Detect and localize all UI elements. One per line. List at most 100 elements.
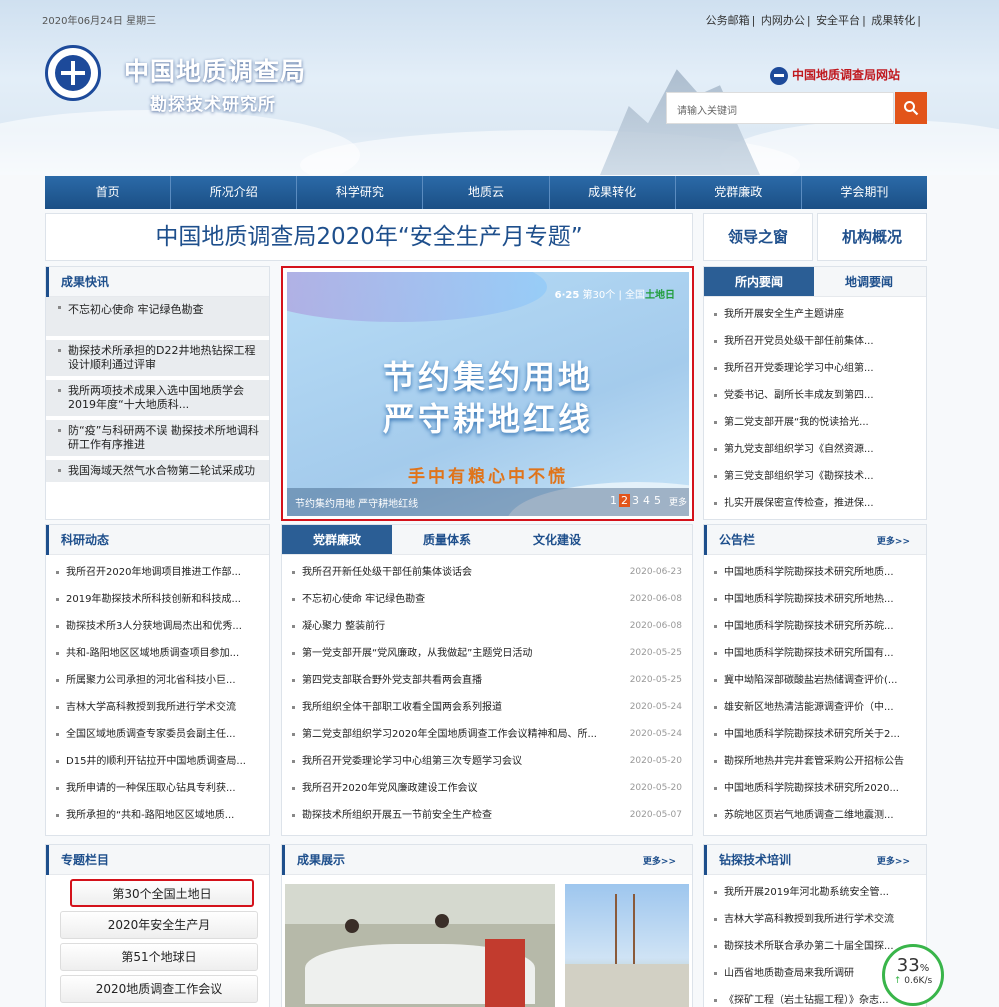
gallery-photo-drilling-rig[interactable] (565, 884, 689, 1007)
special-topic-land-day[interactable]: 第30个全国土地日 (70, 879, 254, 907)
news-title[interactable]: 凝心聚力 整装前行 (302, 621, 385, 632)
list-item[interactable]: 第二党支部开展“我的悦读拾光... (704, 409, 926, 436)
nav-party[interactable]: 党群廉政 (676, 176, 802, 209)
news-row[interactable]: 我所召开新任处级干部任前集体谈话会 2020-06-23 (282, 559, 692, 586)
network-speed-widget[interactable]: 33% ↑ 0.6K/s (882, 944, 944, 1006)
search-input[interactable]: 请输入关键词 (666, 92, 894, 124)
list-item[interactable]: 中国地质科学院勘探技术研究所苏皖... (704, 613, 926, 640)
cloud-decoration (720, 120, 999, 175)
gallery-photo-meeting[interactable] (285, 884, 555, 1007)
list-item[interactable]: 第三党支部组织学习《勘探技术... (704, 463, 926, 490)
news-row[interactable]: 第四党支部联合野外党支部共看两会直播 2020-05-25 (282, 667, 692, 694)
list-item[interactable]: D15井的顺利开钻拉开中国地质调查局... (46, 748, 269, 775)
cgs-site-link[interactable]: 中国地质调查局网站 (770, 66, 900, 85)
top-link-mail[interactable]: 公务邮箱 (706, 14, 750, 27)
list-item[interactable]: 勘探技术所承担的D22井地热钻探工程设计顺利通过评审 (46, 340, 269, 380)
top-link-intranet[interactable]: 内网办公 (761, 14, 805, 27)
list-item[interactable]: 我所召开2020年地调项目推进工作部... (46, 559, 269, 586)
list-item[interactable]: 勘探技术所3人分获地调局杰出和优秀... (46, 613, 269, 640)
more-link[interactable]: 更多>> (643, 854, 676, 867)
list-item[interactable]: 苏皖地区页岩气地质调查二维地震测... (704, 802, 926, 829)
news-row[interactable]: 凝心聚力 整装前行 2020-06-08 (282, 613, 692, 640)
news-row[interactable]: 我所召开党委理论学习中心组第三次专题学习会议 2020-05-20 (282, 748, 692, 775)
list-item[interactable]: 中国地质科学院勘探技术研究所国有... (704, 640, 926, 667)
news-title[interactable]: 我所召开2020年党风廉政建设工作会议 (302, 783, 477, 794)
news-row[interactable]: 我所组织全体干部职工收看全国两会系列报道 2020-05-24 (282, 694, 692, 721)
news-date: 2020-05-25 (629, 675, 682, 685)
news-row[interactable]: 不忘初心使命 牢记绿色勘查 2020-06-08 (282, 586, 692, 613)
tab-quality[interactable]: 质量体系 (392, 525, 502, 554)
list-item[interactable]: 我所召开党委理论学习中心组第... (704, 355, 926, 382)
more-link[interactable]: 更多>> (877, 854, 910, 867)
list-item[interactable]: 冀中坳陷深部碳酸盐岩热储调查评价(... (704, 667, 926, 694)
nav-home[interactable]: 首页 (45, 176, 172, 209)
list-item[interactable]: 我所开展2019年河北勘系统安全管... (704, 879, 926, 906)
nav-journal[interactable]: 学会期刊 (802, 176, 927, 209)
list-item[interactable]: 全国区域地质调查专家委员会副主任... (46, 721, 269, 748)
list-item[interactable]: 中国地质科学院勘探技术研究所地质... (704, 559, 926, 586)
pager-4[interactable]: 4 (641, 494, 652, 507)
news-title[interactable]: 我所召开党委理论学习中心组第三次专题学习会议 (302, 756, 522, 767)
tab-culture[interactable]: 文化建设 (502, 525, 612, 554)
org-overview-button[interactable]: 机构概况 (817, 213, 927, 261)
list-item[interactable]: 所属聚力公司承担的河北省科技小巨... (46, 667, 269, 694)
news-title[interactable]: 我所组织全体干部职工收看全国两会系列报道 (302, 702, 502, 713)
more-link[interactable]: 更多>> (877, 534, 910, 547)
pager-1[interactable]: 1 (608, 494, 619, 507)
news-title[interactable]: 我所召开新任处级干部任前集体谈话会 (302, 567, 472, 578)
list-item[interactable]: 2019年勘探技术所科技创新和科技成... (46, 586, 269, 613)
news-title[interactable]: 不忘初心使命 牢记绿色勘查 (302, 594, 425, 605)
pager-3[interactable]: 3 (630, 494, 641, 507)
news-row[interactable]: 第一党支部开展“党风廉政，从我做起”主题党日活动 2020-05-25 (282, 640, 692, 667)
news-date: 2020-05-24 (629, 702, 682, 712)
carousel-caption[interactable]: 节约集约用地 严守耕地红线 (295, 495, 418, 510)
list-item[interactable]: 中国地质科学院勘探技术研究所关于2... (704, 721, 926, 748)
nav-geocloud[interactable]: 地质云 (423, 176, 550, 209)
special-topic-earth-day[interactable]: 第51个地球日 (60, 943, 258, 971)
pager-5[interactable]: 5 (652, 494, 663, 507)
list-item[interactable]: 共和-路阳地区区域地质调查项目参加... (46, 640, 269, 667)
list-item[interactable]: 中国地质科学院勘探技术研究所2020... (704, 775, 926, 802)
list-item[interactable]: 我所召开党员处级干部任前集体... (704, 328, 926, 355)
carousel-slide[interactable]: 6·25 第30个 | 全国土地日 节约集约用地 严守耕地红线 手中有粮心中不慌 (287, 272, 689, 516)
list-item[interactable]: 我所两项技术成果入选中国地质学会2019年度“十大地质科... (46, 380, 269, 420)
list-item[interactable]: 吉林大学高科教授到我所进行学术交流 (704, 906, 926, 933)
list-item[interactable]: 我所开展安全生产主题讲座 (704, 301, 926, 328)
leaders-button[interactable]: 领导之窗 (703, 213, 813, 261)
news-row[interactable]: 勘探技术所组织开展五一节前安全生产检查 2020-05-07 (282, 802, 692, 829)
news-title[interactable]: 第二党支部组织学习2020年全国地质调查工作会议精神和局、所... (302, 729, 597, 740)
news-title[interactable]: 第一党支部开展“党风廉政，从我做起”主题党日活动 (302, 648, 532, 659)
news-date: 2020-06-08 (629, 594, 682, 604)
top-link-security[interactable]: 安全平台 (816, 14, 860, 27)
tab-survey-news[interactable]: 地调要闻 (814, 267, 924, 296)
pager-2[interactable]: 2 (619, 494, 630, 507)
list-item[interactable]: 我国海域天然气水合物第二轮试采成功 (46, 460, 269, 486)
carousel-more-link[interactable]: 更多 (669, 495, 687, 508)
list-item[interactable]: 我所承担的“共和-路阳地区区域地质... (46, 802, 269, 829)
list-item[interactable]: 吉林大学高科教授到我所进行学术交流 (46, 694, 269, 721)
list-item[interactable]: 雄安新区地热清洁能源调查评价（中... (704, 694, 926, 721)
tab-party[interactable]: 党群廉政 (282, 525, 392, 554)
top-link-transfer[interactable]: 成果转化 (871, 14, 915, 27)
list-item[interactable]: 扎实开展保密宣传检查，推进保... (704, 490, 926, 517)
list-item[interactable]: 党委书记、副所长丰成友到第四... (704, 382, 926, 409)
special-topic-safety-month[interactable]: 2020年安全生产月 (60, 911, 258, 939)
search-button[interactable] (895, 92, 927, 124)
list-item[interactable]: 勘探所地热井完井套管采购公开招标公告 (704, 748, 926, 775)
news-title[interactable]: 第四党支部联合野外党支部共看两会直播 (302, 675, 482, 686)
image-carousel[interactable]: 6·25 第30个 | 全国土地日 节约集约用地 严守耕地红线 手中有粮心中不慌… (281, 266, 694, 521)
news-title[interactable]: 勘探技术所组织开展五一节前安全生产检查 (302, 810, 492, 821)
list-item[interactable]: 不忘初心使命 牢记绿色勘查 (46, 297, 269, 340)
list-item[interactable]: 中国地质科学院勘探技术研究所地热... (704, 586, 926, 613)
nav-research[interactable]: 科学研究 (297, 176, 424, 209)
news-row[interactable]: 第二党支部组织学习2020年全国地质调查工作会议精神和局、所... 2020-05… (282, 721, 692, 748)
tab-institute-news[interactable]: 所内要闻 (704, 267, 814, 296)
nav-about[interactable]: 所况介绍 (171, 176, 298, 209)
news-row[interactable]: 我所召开2020年党风廉政建设工作会议 2020-05-20 (282, 775, 692, 802)
list-item[interactable]: 第九党支部组织学习《自然资源... (704, 436, 926, 463)
nav-transfer[interactable]: 成果转化 (550, 176, 676, 209)
list-item[interactable]: 我所申请的一种保压取心钻具专利获... (46, 775, 269, 802)
list-item[interactable]: 防“疫”与科研两不误 勘探技术所地调科研工作有序推进 (46, 420, 269, 460)
special-topic-banner[interactable]: 中国地质调查局2020年“安全生产月专题” (45, 213, 693, 261)
special-topic-survey-meeting[interactable]: 2020地质调查工作会议 (60, 975, 258, 1003)
